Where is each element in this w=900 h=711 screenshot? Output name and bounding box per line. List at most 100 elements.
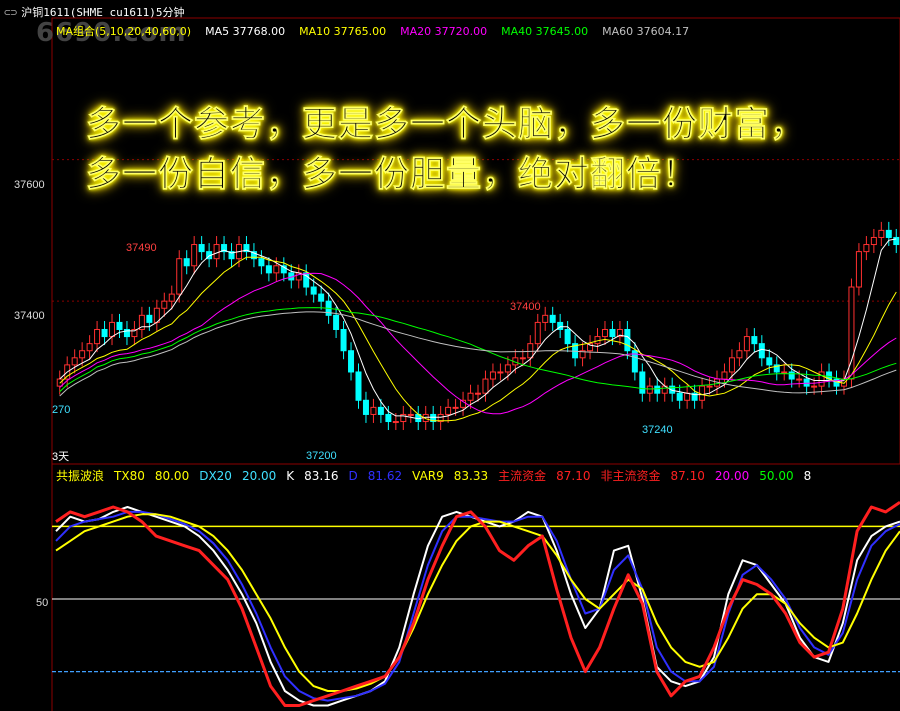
annotation-low: 270 <box>52 404 71 416</box>
candle-body <box>94 328 101 345</box>
ma-legend-item: MA5 37768.00 <box>205 25 286 38</box>
annotation-low: 37240 <box>642 424 673 436</box>
price-tick-label: 37600 <box>14 179 45 191</box>
indicator-line <box>55 513 900 692</box>
candle-body <box>355 371 362 401</box>
candle-body <box>265 265 272 274</box>
indicator-legend-item: K <box>286 469 295 483</box>
indicator-legend-item: 87.10 <box>670 469 705 483</box>
candle-body <box>706 385 713 388</box>
candle-body <box>796 378 803 381</box>
candle-body <box>534 321 541 345</box>
candle-body <box>191 244 198 267</box>
candle-body <box>198 244 205 253</box>
candle-body <box>452 406 459 409</box>
candle-body <box>385 413 392 423</box>
candle-body <box>109 321 116 338</box>
annotation-period: 3天 <box>52 451 70 463</box>
candle-body <box>893 236 900 246</box>
indicator-legend-item: 非主流资金 <box>600 469 661 483</box>
candle-body <box>482 378 489 394</box>
candle-body <box>855 251 862 288</box>
candle-body <box>758 343 765 359</box>
candle-body <box>79 350 86 359</box>
candle-body <box>340 328 347 352</box>
ma-legend-item: MA20 37720.00 <box>400 25 488 38</box>
annotation-high: 37490 <box>126 242 157 254</box>
candle-body <box>601 328 608 338</box>
candle-body <box>258 258 265 267</box>
candle-body <box>348 350 355 373</box>
candle-body <box>699 385 706 401</box>
candle-body <box>333 314 340 330</box>
candle-body <box>101 328 108 338</box>
indicator-legend-item: 80.00 <box>154 469 190 483</box>
candle-body <box>684 392 691 401</box>
ma-legend: MA组合(5,10,20,40,60,0) MA5 37768.00 MA10 37… <box>56 23 703 39</box>
ma-legend-item: MA组合(5,10,20,40,60,0) <box>56 25 192 38</box>
candle-body <box>818 371 825 387</box>
candle-body <box>527 343 534 359</box>
candle-body <box>676 392 683 401</box>
candle-body <box>489 371 496 380</box>
annotation-low: 37200 <box>306 450 337 462</box>
candle-body <box>811 385 818 388</box>
indicator-legend-item: DX20 <box>199 469 232 483</box>
price-tick-label: 37400 <box>14 310 45 322</box>
candle-body <box>646 385 653 394</box>
candle-body <box>542 314 549 323</box>
slogan-line-1: 多一个参考，更是多一个头脑，多一份财富， <box>86 104 807 146</box>
candle-body <box>392 421 399 424</box>
candle-body <box>318 293 325 302</box>
candle-body <box>467 392 474 401</box>
indicator-line <box>55 510 900 702</box>
candle-body <box>213 244 220 260</box>
candle-body <box>362 399 369 415</box>
indicator-legend: 共振波浪 TX80 80.00 DX20 20.00 K 83.16 D 81.62 VAR9 83… <box>56 467 821 484</box>
candle-body <box>377 406 384 415</box>
price-panel-frame <box>51 17 900 465</box>
candle-body <box>639 371 646 394</box>
candle-body <box>176 258 183 295</box>
indicator-line <box>55 500 900 707</box>
overlay-slogan: 多一个参考，更是多一个头脑，多一份财富， 多一份自信，多一份胆量，绝对翻倍！ <box>86 100 806 200</box>
candle-body <box>168 293 175 302</box>
indicator-legend-item: 50.00 <box>759 469 794 483</box>
candle-body <box>445 406 452 415</box>
candle-body <box>721 371 728 380</box>
candle-body <box>504 364 511 373</box>
indicator-legend-item: 20.00 <box>241 469 277 483</box>
candle-body <box>549 314 556 323</box>
candle-body <box>736 350 743 359</box>
ma-legend-item: MA10 37765.00 <box>299 25 387 38</box>
indicator-legend-item: 83.16 <box>304 469 339 483</box>
window-icon[interactable]: ⊂⊃ <box>4 6 17 19</box>
indicator-legend-item: 87.10 <box>556 469 591 483</box>
indicator-legend-item: 共振波浪 <box>56 469 105 483</box>
candle-body <box>870 236 877 246</box>
indicator-tick-label: 50 <box>36 597 49 609</box>
candle-body <box>370 406 377 415</box>
indicator-legend-item: TX80 <box>114 469 145 483</box>
candle-body <box>624 328 631 352</box>
candle-body <box>497 371 504 374</box>
candle-body <box>743 336 750 352</box>
indicator-legend-item: 8 <box>803 469 812 483</box>
candle-body <box>116 321 123 330</box>
candle-body <box>310 286 317 295</box>
candle-body <box>766 357 773 366</box>
indicator-legend-item: 20.00 <box>714 469 750 483</box>
candle-body <box>564 328 571 345</box>
candle-body <box>161 300 168 309</box>
slogan-line-2: 多一份自信，多一份胆量，绝对翻倍！ <box>86 154 699 196</box>
indicator-legend-item: VAR9 <box>412 469 444 483</box>
indicator-legend-item: 81.62 <box>367 469 403 483</box>
ma-legend-item: MA60 37604.17 <box>602 25 690 38</box>
candle-body <box>728 357 735 373</box>
candle-body <box>878 229 885 238</box>
ma-legend-item: MA40 37645.00 <box>501 25 589 38</box>
candle-body <box>609 328 616 338</box>
candle-body <box>475 392 481 395</box>
candle-body <box>86 343 93 352</box>
candle-body <box>751 336 758 345</box>
